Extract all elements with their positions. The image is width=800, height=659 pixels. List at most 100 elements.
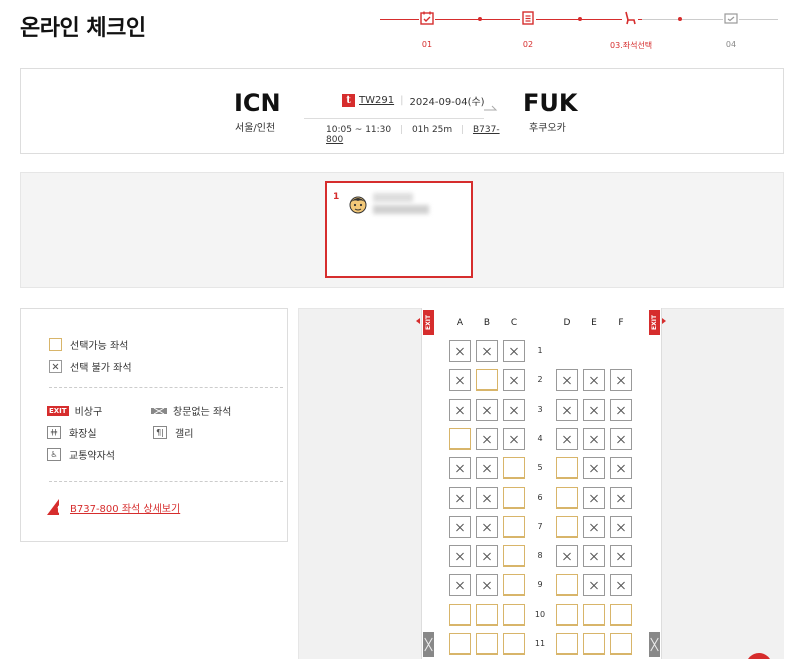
- seat-10b[interactable]: [476, 604, 498, 626]
- available-seat-icon: [49, 338, 62, 351]
- seat-6d[interactable]: [556, 487, 578, 509]
- seat-3d: [556, 399, 578, 421]
- seat-icon: [622, 10, 638, 26]
- seat-3f: [610, 399, 632, 421]
- exit-icon: EXIT: [47, 405, 69, 416]
- legend-galley: ¶| 갤리: [153, 425, 193, 440]
- no-window-icon: [151, 407, 167, 414]
- no-window-left: [423, 632, 434, 657]
- row-number: 11: [534, 639, 546, 648]
- seat-column-c: C: [510, 318, 518, 328]
- seat-2e: [583, 369, 605, 391]
- seat-7d[interactable]: [556, 516, 578, 538]
- seat-11a[interactable]: [449, 633, 471, 655]
- exit-left: EXIT: [423, 310, 434, 335]
- seat-5f: [610, 457, 632, 479]
- seat-2a: [449, 369, 471, 391]
- step-04: 04: [711, 6, 751, 49]
- flight-date: 2024-09-04(수): [409, 97, 485, 108]
- seat-6f: [610, 487, 632, 509]
- online-checkin-page: 온라인 체크인 01 02 03.좌석선택 04 ICN 서울/인천 t TW2…: [0, 0, 800, 659]
- step-01: 01: [407, 6, 447, 49]
- legend-accessible: ♿ 교통약자석: [47, 447, 115, 462]
- seat-11e[interactable]: [583, 633, 605, 655]
- seat-8a: [449, 545, 471, 567]
- seat-column-d: D: [563, 318, 571, 328]
- seat-2f: [610, 369, 632, 391]
- seat-8e: [583, 545, 605, 567]
- checkin-stepper: 01 02 03.좌석선택 04: [380, 6, 780, 50]
- unavailable-seat-icon: [49, 360, 62, 373]
- seat-6b: [476, 487, 498, 509]
- galley-icon: ¶|: [153, 426, 167, 439]
- seat-column-a: A: [456, 318, 464, 328]
- seat-11c[interactable]: [503, 633, 525, 655]
- seat-6a: [449, 487, 471, 509]
- seat-5c[interactable]: [503, 457, 525, 479]
- tway-logo-icon: t: [47, 499, 62, 515]
- seat-column-b: B: [483, 318, 491, 328]
- seat-1c: [503, 340, 525, 362]
- row-number: 1: [537, 346, 543, 355]
- seat-10f[interactable]: [610, 604, 632, 626]
- seat-10e[interactable]: [583, 604, 605, 626]
- seat-7c[interactable]: [503, 516, 525, 538]
- seat-7f: [610, 516, 632, 538]
- flight-details: t TW291 | 2024-09-04(수) 10:05 ~ 11:30 | …: [304, 93, 504, 145]
- seat-5d[interactable]: [556, 457, 578, 479]
- seat-9b: [476, 574, 498, 596]
- seat-9f: [610, 574, 632, 596]
- stepper-dot: [578, 17, 582, 21]
- passenger-name-masked: [373, 193, 413, 202]
- no-window-right: [649, 632, 660, 657]
- seat-8c[interactable]: [503, 545, 525, 567]
- legend-available: 선택가능 좌석: [49, 337, 128, 352]
- seat-3b: [476, 399, 498, 421]
- seat-column-e: E: [591, 318, 597, 328]
- seat-4f: [610, 428, 632, 450]
- aircraft-seat-detail-link[interactable]: t B737-800 좌석 상세보기: [47, 499, 180, 515]
- seat-5a: [449, 457, 471, 479]
- seat-10c[interactable]: [503, 604, 525, 626]
- stepper-line-pending: [642, 19, 778, 20]
- seat-11b[interactable]: [476, 633, 498, 655]
- row-number: 6: [537, 493, 543, 502]
- row-number: 7: [537, 522, 543, 531]
- seat-4a[interactable]: [449, 428, 471, 450]
- seat-7a: [449, 516, 471, 538]
- toilet-icon: ǂǂ: [47, 426, 61, 439]
- seat-1b: [476, 340, 498, 362]
- seat-7b: [476, 516, 498, 538]
- flight-number-link[interactable]: TW291: [359, 95, 394, 106]
- seat-9d[interactable]: [556, 574, 578, 596]
- passenger-info-masked: [373, 205, 429, 214]
- seat-8f: [610, 545, 632, 567]
- calendar-check-icon: [419, 10, 435, 26]
- seat-2b[interactable]: [476, 369, 498, 391]
- seat-10a[interactable]: [449, 604, 471, 626]
- seat-5e: [583, 457, 605, 479]
- legend-toilet: ǂǂ 화장실: [47, 425, 97, 440]
- seat-9c[interactable]: [503, 574, 525, 596]
- seat-10d[interactable]: [556, 604, 578, 626]
- flight-divider: [304, 118, 484, 119]
- seat-11f[interactable]: [610, 633, 632, 655]
- passenger-card[interactable]: 1: [325, 181, 473, 278]
- stepper-dot: [478, 17, 482, 21]
- seat-4d: [556, 428, 578, 450]
- seat-4e: [583, 428, 605, 450]
- row-number: 3: [537, 405, 543, 414]
- seat-6c[interactable]: [503, 487, 525, 509]
- seat-2d: [556, 369, 578, 391]
- seat-8b: [476, 545, 498, 567]
- document-list-icon: [520, 10, 536, 26]
- exit-arrow-right-icon: [662, 318, 666, 324]
- exit-arrow-left-icon: [416, 318, 420, 324]
- flight-summary: ICN 서울/인천 t TW291 | 2024-09-04(수) 10:05 …: [20, 68, 784, 154]
- seat-4c: [503, 428, 525, 450]
- seat-1a: [449, 340, 471, 362]
- row-number: 4: [537, 434, 543, 443]
- row-number: 8: [537, 551, 543, 560]
- seat-11d[interactable]: [556, 633, 578, 655]
- flight-time: 10:05 ~ 11:30: [326, 125, 392, 135]
